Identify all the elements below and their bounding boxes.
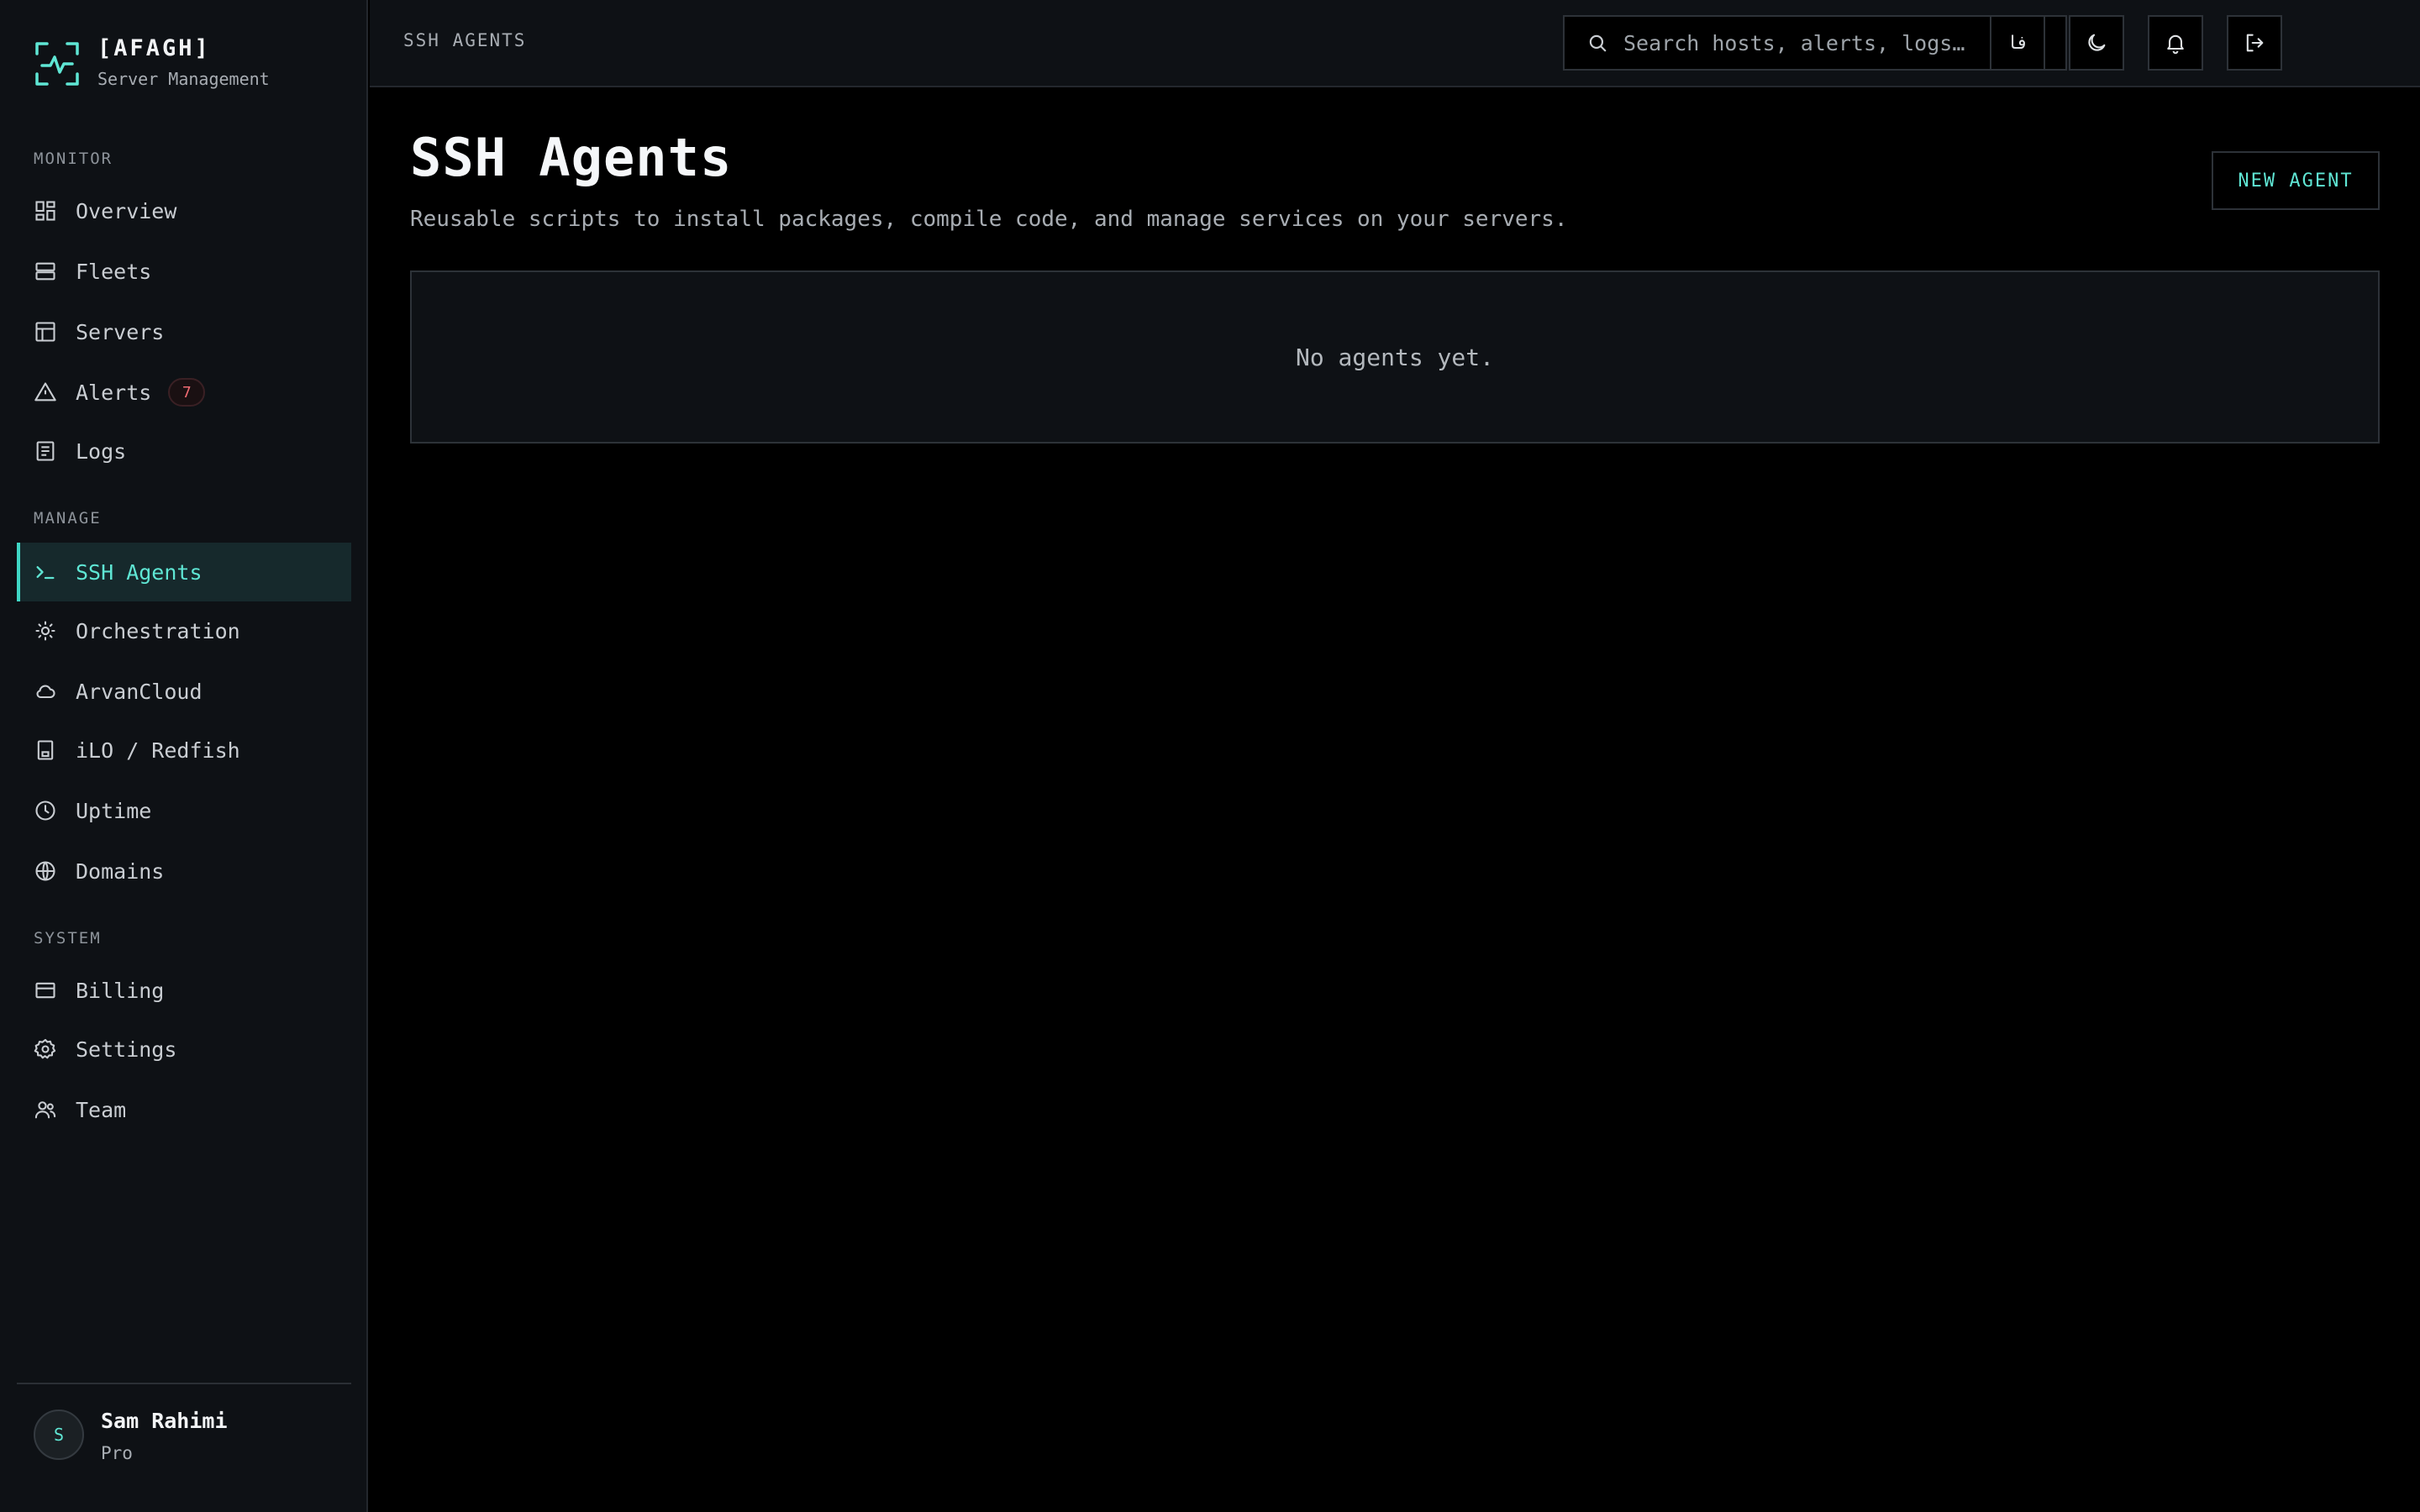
sidebar-item-label: ArvanCloud bbox=[76, 679, 203, 704]
sidebar-item-ilo-redfish[interactable]: iLO / Redfish bbox=[17, 721, 351, 780]
bell-icon bbox=[2167, 34, 2184, 55]
sidebar-item-label: Alerts bbox=[76, 380, 152, 405]
section-label-manage: MANAGE bbox=[34, 509, 102, 528]
brand[interactable]: [AFAGH] Server Management bbox=[34, 34, 270, 91]
sidebar-item-label: Fleets bbox=[76, 259, 152, 284]
table-icon bbox=[35, 322, 55, 342]
section-label-monitor: MONITOR bbox=[34, 150, 113, 168]
sidebar-item-arvancloud[interactable]: ArvanCloud bbox=[17, 662, 351, 721]
credit-card-icon bbox=[35, 982, 55, 999]
sidebar-item-orchestration[interactable]: Orchestration bbox=[17, 601, 351, 660]
moon-icon bbox=[2088, 34, 2106, 51]
sidebar-item-uptime[interactable]: Uptime bbox=[17, 781, 351, 840]
user-name: Sam Rahimi bbox=[101, 1409, 228, 1433]
cloud-icon bbox=[36, 685, 55, 699]
sidebar-item-alerts[interactable]: Alerts 7 bbox=[17, 363, 351, 422]
sidebar-item-overview[interactable]: Overview bbox=[17, 181, 351, 240]
brand-name: [AFAGH] bbox=[97, 35, 211, 61]
sidebar-item-servers[interactable]: Servers bbox=[17, 302, 351, 361]
sidebar-item-label: Logs bbox=[76, 438, 127, 464]
sidebar-item-label: Billing bbox=[76, 978, 165, 1003]
sidebar-item-domains[interactable]: Domains bbox=[17, 842, 351, 900]
users-icon bbox=[34, 1101, 56, 1119]
sidebar-item-settings[interactable]: Settings bbox=[17, 1020, 351, 1079]
server-stack-icon bbox=[35, 262, 55, 281]
user-plan: Pro bbox=[101, 1443, 133, 1463]
breadcrumb: SSH AGENTS bbox=[403, 30, 527, 50]
page-description: Reusable scripts to install packages, co… bbox=[410, 207, 1568, 232]
new-agent-button[interactable]: NEW AGENT bbox=[2212, 151, 2380, 210]
sidebar-item-label: Servers bbox=[76, 319, 165, 344]
language-toggle-button[interactable]: فا bbox=[1990, 15, 2045, 71]
clock-icon bbox=[35, 801, 55, 821]
gear-icon bbox=[34, 1038, 56, 1059]
notifications-button[interactable] bbox=[2148, 15, 2203, 71]
sidebar-item-logs[interactable]: Logs bbox=[17, 422, 351, 480]
search-placeholder: Search hosts, alerts, logs… bbox=[1623, 30, 1965, 55]
logout-button[interactable] bbox=[2227, 15, 2282, 71]
sidebar-item-label: Overview bbox=[76, 198, 177, 223]
brand-subtitle: Server Management bbox=[97, 69, 270, 89]
sun-network-icon bbox=[35, 621, 55, 641]
sidebar-item-label: Orchestration bbox=[76, 618, 240, 643]
divider bbox=[17, 1383, 351, 1384]
globe-icon bbox=[35, 861, 55, 881]
alerts-count-badge: 7 bbox=[168, 378, 206, 407]
sidebar-item-label: Settings bbox=[76, 1037, 177, 1062]
sidebar-item-billing[interactable]: Billing bbox=[17, 961, 351, 1020]
sidebar-item-label: iLO / Redfish bbox=[76, 738, 240, 763]
user-profile[interactable]: S Sam Rahimi Pro bbox=[34, 1409, 228, 1463]
sidebar-item-fleets[interactable]: Fleets bbox=[17, 242, 351, 301]
page-title: SSH Agents bbox=[410, 127, 733, 188]
empty-state-message: No agents yet. bbox=[1295, 343, 1494, 371]
search-icon bbox=[1589, 34, 1607, 52]
pulse-frame-icon bbox=[35, 42, 79, 86]
logout-icon bbox=[2246, 34, 2264, 52]
sidebar-item-label: Domains bbox=[76, 858, 165, 884]
terminal-icon bbox=[36, 566, 55, 580]
sidebar-item-team[interactable]: Team bbox=[17, 1080, 351, 1139]
sidebar-item-ssh-agents[interactable]: SSH Agents bbox=[17, 543, 351, 601]
warning-triangle-icon bbox=[34, 382, 56, 402]
sidebar-item-label: Uptime bbox=[76, 798, 152, 823]
theme-toggle-button[interactable] bbox=[2069, 15, 2124, 71]
topbar: SSH AGENTS Search hosts, alerts, logs… ⌘… bbox=[370, 0, 2420, 87]
grid-icon bbox=[35, 201, 55, 221]
section-label-system: SYSTEM bbox=[34, 929, 102, 948]
document-icon bbox=[36, 441, 55, 461]
language-icon: فا bbox=[2006, 32, 2029, 54]
sidebar-item-label: SSH Agents bbox=[76, 559, 203, 585]
sidebar-item-label: Team bbox=[76, 1097, 127, 1122]
avatar: S bbox=[34, 1410, 84, 1460]
device-icon bbox=[37, 740, 54, 760]
sidebar: [AFAGH] Server Management MONITOR Overvi… bbox=[0, 0, 368, 1512]
agents-empty-state: No agents yet. bbox=[410, 270, 2380, 444]
